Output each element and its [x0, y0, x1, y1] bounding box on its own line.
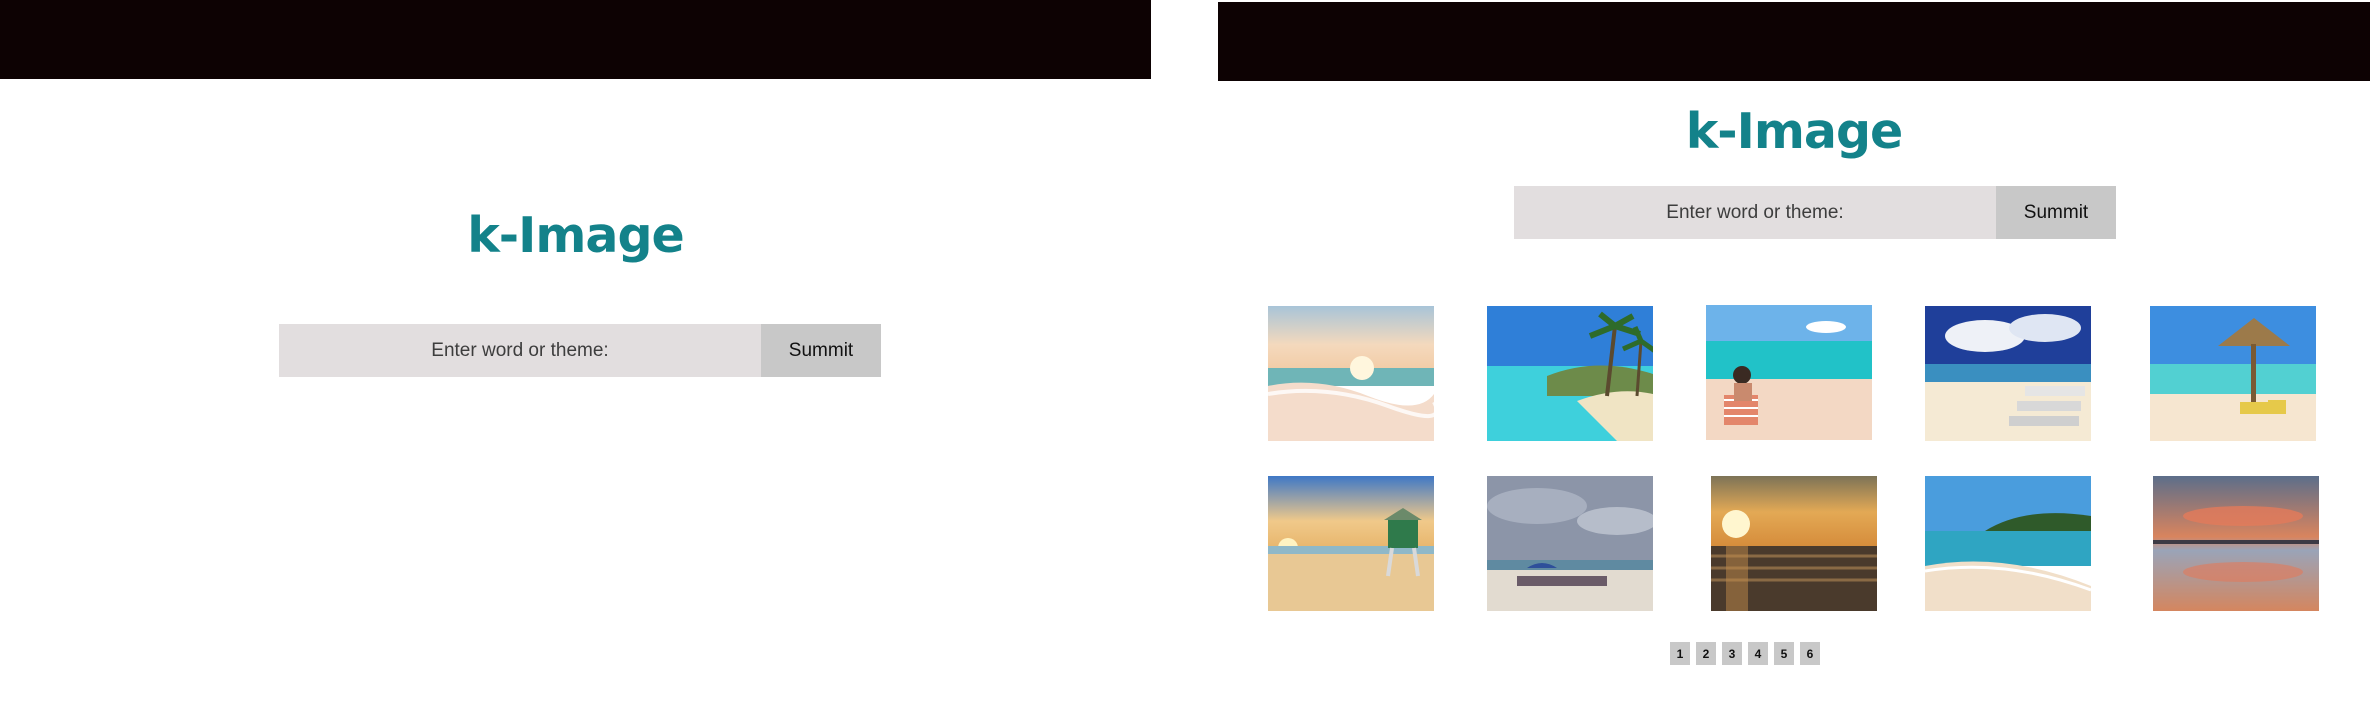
result-image-crowded-beach[interactable]	[1487, 476, 1653, 611]
pagination: 1 2 3 4 5 6	[1670, 642, 1820, 665]
result-image-thatched-umbrella[interactable]	[2150, 306, 2316, 441]
page-1-button[interactable]: 1	[1670, 642, 1690, 665]
result-image-lifeguard-tower[interactable]	[1268, 476, 1434, 611]
submit-button[interactable]: Summit	[1996, 186, 2116, 239]
site-logo[interactable]: k-Image	[0, 207, 1151, 264]
page-5-button[interactable]: 5	[1774, 642, 1794, 665]
result-image-turquoise-palms[interactable]	[1487, 306, 1653, 441]
home-screen: k-Image Summit	[0, 0, 1151, 702]
site-logo[interactable]: k-Image	[1218, 103, 2370, 160]
result-image-ocean-sunset[interactable]	[1711, 476, 1877, 611]
result-image-beach-loungers[interactable]	[1925, 306, 2091, 441]
search-form: Summit	[279, 324, 881, 377]
page-6-button[interactable]: 6	[1800, 642, 1820, 665]
result-image-beach-sunrise[interactable]	[1268, 306, 1434, 441]
search-input[interactable]	[279, 324, 761, 377]
results-screen: k-Image Summit	[1218, 0, 2370, 702]
top-bar	[0, 0, 1151, 79]
page-2-button[interactable]: 2	[1696, 642, 1716, 665]
page-4-button[interactable]: 4	[1748, 642, 1768, 665]
result-image-reflective-sunset[interactable]	[2153, 476, 2319, 611]
result-image-woman-beach-chair[interactable]	[1706, 305, 1872, 440]
search-form: Summit	[1514, 186, 2116, 239]
result-image-palm-island[interactable]	[1925, 476, 2091, 611]
page-3-button[interactable]: 3	[1722, 642, 1742, 665]
search-input[interactable]	[1514, 186, 1996, 239]
submit-button[interactable]: Summit	[761, 324, 881, 377]
top-bar	[1218, 2, 2370, 81]
